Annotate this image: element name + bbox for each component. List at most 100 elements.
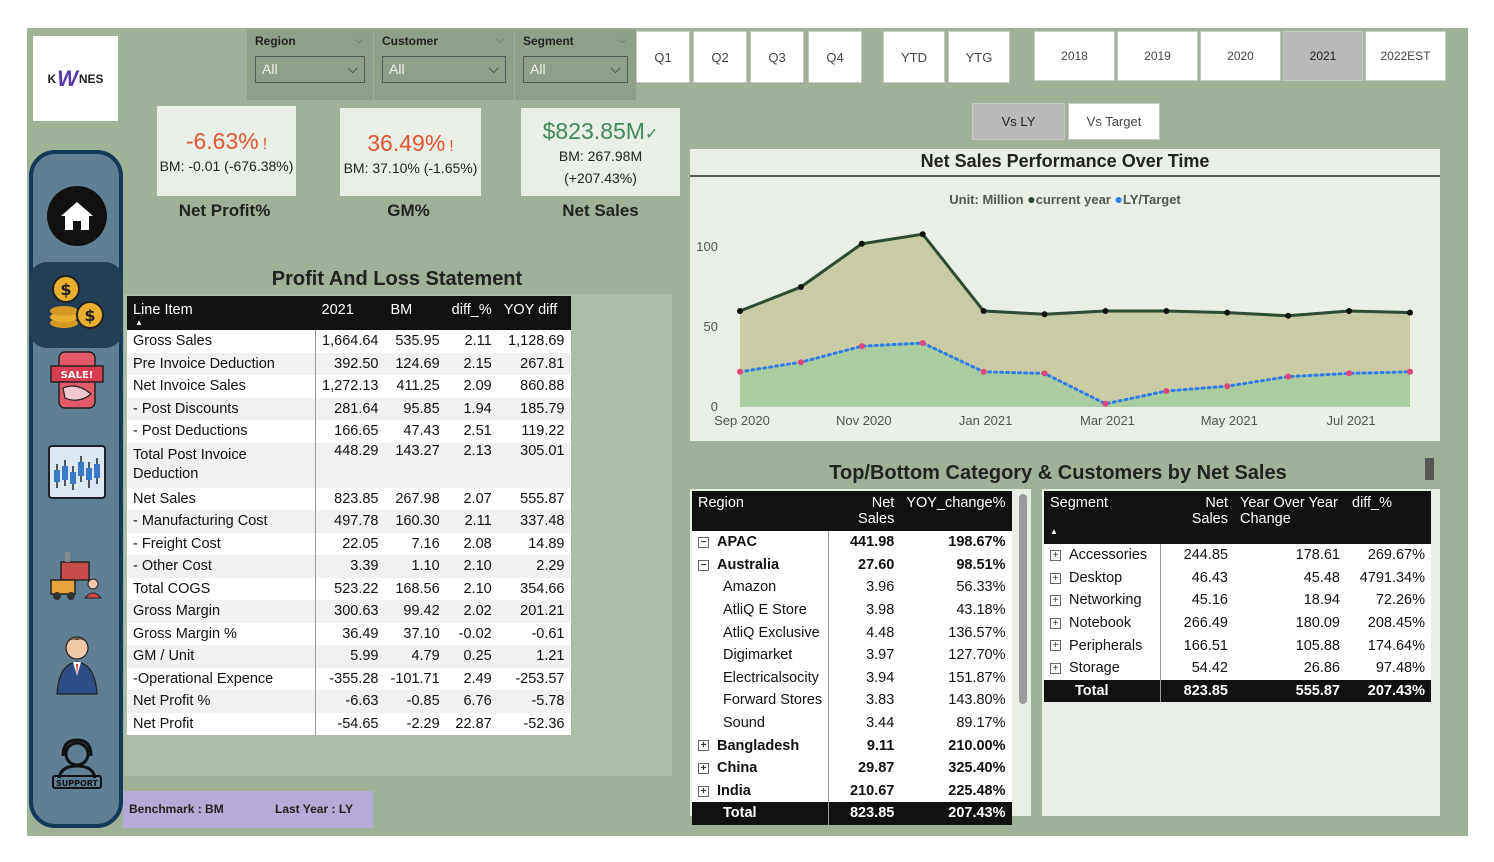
- pl-value: 337.48: [497, 510, 571, 533]
- quarter-button-q2[interactable]: Q2: [693, 31, 747, 83]
- segment-row[interactable]: + Storage 54.42 26.86 97.48%: [1044, 656, 1431, 680]
- segment-header-yoy[interactable]: Year Over Year Change: [1234, 491, 1346, 544]
- region-row[interactable]: Forward Stores 3.83 143.80%: [692, 689, 1012, 712]
- nav-supply-chain[interactable]: [47, 546, 107, 606]
- quarter-button-q4[interactable]: Q4: [808, 31, 862, 83]
- pl-row[interactable]: Gross Sales 1,664.64 535.95 2.11 1,128.69: [127, 330, 571, 353]
- region-slicer[interactable]: Region ⌵ All ⌵: [247, 29, 373, 100]
- pl-row[interactable]: Net Invoice Sales 1,272.13 411.25 2.09 860.8…: [127, 375, 571, 398]
- pl-row[interactable]: GM / Unit 5.99 4.79 0.25 1.21: [127, 645, 571, 668]
- pl-value: 300.63: [315, 600, 385, 623]
- segment-diff-cell: 72.26%: [1375, 592, 1425, 609]
- vs-target-button[interactable]: Vs Target: [1068, 103, 1160, 140]
- pl-header-bm[interactable]: BM: [384, 296, 446, 330]
- region-row[interactable]: + Bangladesh 9.11 210.00%: [692, 734, 1012, 757]
- pl-header-2021[interactable]: 2021: [315, 296, 385, 330]
- current-year-point: [858, 240, 865, 247]
- pl-row[interactable]: - Manufacturing Cost 497.78 160.30 2.11 337.…: [127, 510, 571, 533]
- customer-slicer[interactable]: Customer ⌵ All ⌵: [374, 29, 514, 100]
- expand-icon[interactable]: +: [1050, 617, 1061, 629]
- pl-row[interactable]: Gross Margin 300.63 99.42 2.02 201.21: [127, 600, 571, 623]
- segment-yoy-cell: 180.09: [1295, 615, 1340, 632]
- region-table-scrollbar[interactable]: [1019, 494, 1027, 704]
- pl-row[interactable]: -Operational Expence -355.28 -101.71 2.49 -2…: [127, 667, 571, 690]
- nav-market[interactable]: [47, 442, 107, 502]
- pl-row[interactable]: Net Profit % -6.63 -0.85 6.76 -5.78: [127, 690, 571, 713]
- region-header-change[interactable]: YOY_change%: [900, 491, 1012, 531]
- region-row[interactable]: Electricalsocity 3.94 151.87%: [692, 666, 1012, 690]
- segment-header-sales[interactable]: Net Sales: [1160, 491, 1234, 544]
- ly-target-point: [737, 368, 743, 375]
- region-row[interactable]: − Australia 27.60 98.51%: [692, 553, 1012, 577]
- expand-icon[interactable]: +: [698, 740, 709, 752]
- segment-row[interactable]: + Networking 45.16 18.94 72.26%: [1044, 589, 1431, 612]
- region-row[interactable]: + India 210.67 225.48%: [692, 779, 1012, 803]
- pl-value: 1,664.64: [322, 333, 379, 350]
- pl-value: 1,128.69: [508, 333, 565, 350]
- pl-row[interactable]: - Post Discounts 281.64 95.85 1.94 185.79: [127, 397, 571, 420]
- pl-row[interactable]: Total COGS 523.22 168.56 2.10 354.66: [127, 577, 571, 600]
- segment-slicer[interactable]: Segment ⌵ All ⌵: [515, 29, 636, 100]
- region-header-sales[interactable]: Net Sales: [828, 491, 901, 531]
- expand-icon[interactable]: +: [1050, 549, 1061, 561]
- region-row[interactable]: AtliQ E Store 3.98 43.18%: [692, 598, 1012, 622]
- expand-icon[interactable]: +: [698, 785, 709, 797]
- segment-row[interactable]: + Notebook 266.49 180.09 208.45%: [1044, 611, 1431, 635]
- region-row[interactable]: Amazon 3.96 56.33%: [692, 576, 1012, 599]
- pl-value: 2.13: [445, 442, 498, 488]
- pl-header-diff[interactable]: diff_%: [445, 296, 498, 330]
- chevron-down-icon[interactable]: ⌵: [496, 35, 504, 46]
- pl-row[interactable]: Gross Margin % 36.49 37.10 -0.02 -0.61: [127, 622, 571, 645]
- pl-row[interactable]: - Freight Cost 22.05 7.16 2.08 14.89: [127, 532, 571, 555]
- nav-finance[interactable]: $ $: [29, 262, 123, 348]
- nav-sales[interactable]: SALE!: [47, 350, 107, 410]
- segment-header-segment[interactable]: Segment ▲: [1044, 491, 1160, 544]
- pl-row[interactable]: - Other Cost 3.39 1.10 2.10 2.29: [127, 555, 571, 578]
- year-button-2019[interactable]: 2019: [1117, 31, 1198, 81]
- period-button-ytg[interactable]: YTG: [948, 31, 1010, 83]
- region-header-region[interactable]: Region: [692, 491, 829, 531]
- vs-ly-button[interactable]: Vs LY: [972, 103, 1065, 140]
- logo-mark: W: [57, 65, 78, 91]
- period-button-ytd[interactable]: YTD: [883, 31, 945, 83]
- quarter-button-q1[interactable]: Q1: [636, 31, 690, 83]
- segment-dropdown[interactable]: All ⌵: [523, 56, 628, 83]
- expand-icon[interactable]: +: [1050, 662, 1061, 674]
- region-dropdown[interactable]: All ⌵: [255, 56, 365, 83]
- expand-icon[interactable]: +: [698, 762, 709, 774]
- customer-dropdown[interactable]: All ⌵: [382, 56, 506, 83]
- region-row[interactable]: Sound 3.44 89.17%: [692, 711, 1012, 735]
- year-button-2022est[interactable]: 2022EST: [1365, 31, 1446, 81]
- nav-home[interactable]: [47, 186, 107, 246]
- collapse-icon[interactable]: −: [698, 536, 709, 548]
- pl-row[interactable]: - Post Deductions 166.65 47.43 2.51 119.22: [127, 420, 571, 443]
- pl-row[interactable]: Net Profit -54.65 -2.29 22.87 -52.36: [127, 712, 571, 735]
- expand-icon[interactable]: +: [1050, 572, 1061, 584]
- region-row[interactable]: + China 29.87 325.40%: [692, 756, 1012, 780]
- region-row[interactable]: − APAC 441.98 198.67%: [692, 531, 1012, 554]
- expand-icon[interactable]: +: [1050, 640, 1061, 652]
- year-button-2018[interactable]: 2018: [1034, 31, 1115, 81]
- chevron-down-icon[interactable]: ⌵: [355, 35, 363, 46]
- segment-header-diff[interactable]: diff_%: [1346, 491, 1431, 544]
- segment-row[interactable]: + Desktop 46.43 45.48 4791.34%: [1044, 566, 1431, 590]
- nav-executive[interactable]: [47, 634, 107, 695]
- region-total-name: Total: [692, 802, 830, 825]
- pl-row[interactable]: Total Post Invoice Deduction 448.29 143.27…: [127, 442, 571, 488]
- pl-row[interactable]: Net Sales 823.85 267.98 2.07 555.87: [127, 487, 571, 510]
- year-button-2021[interactable]: 2021: [1283, 31, 1363, 81]
- pl-header-line-item[interactable]: Line Item ▲: [127, 296, 316, 330]
- region-row[interactable]: AtliQ Exclusive 4.48 136.57%: [692, 621, 1012, 644]
- region-row[interactable]: Digimarket 3.97 127.70%: [692, 643, 1012, 667]
- quarter-button-q3[interactable]: Q3: [750, 31, 804, 83]
- expand-icon[interactable]: +: [1050, 595, 1061, 607]
- segment-row[interactable]: + Accessories 244.85 178.61 269.67%: [1044, 544, 1431, 567]
- segment-row[interactable]: + Peripherals 166.51 105.88 174.64%: [1044, 634, 1431, 657]
- pl-row[interactable]: Pre Invoice Deduction 392.50 124.69 2.15 267…: [127, 352, 571, 375]
- pl-header-yoy[interactable]: YOY diff: [497, 296, 571, 330]
- collapse-icon[interactable]: −: [698, 559, 709, 571]
- chevron-down-icon[interactable]: ⌵: [618, 35, 626, 46]
- nav-support[interactable]: SUPPORT: [47, 734, 107, 794]
- year-button-2020[interactable]: 2020: [1200, 31, 1281, 81]
- scroll-marker[interactable]: [1425, 458, 1434, 480]
